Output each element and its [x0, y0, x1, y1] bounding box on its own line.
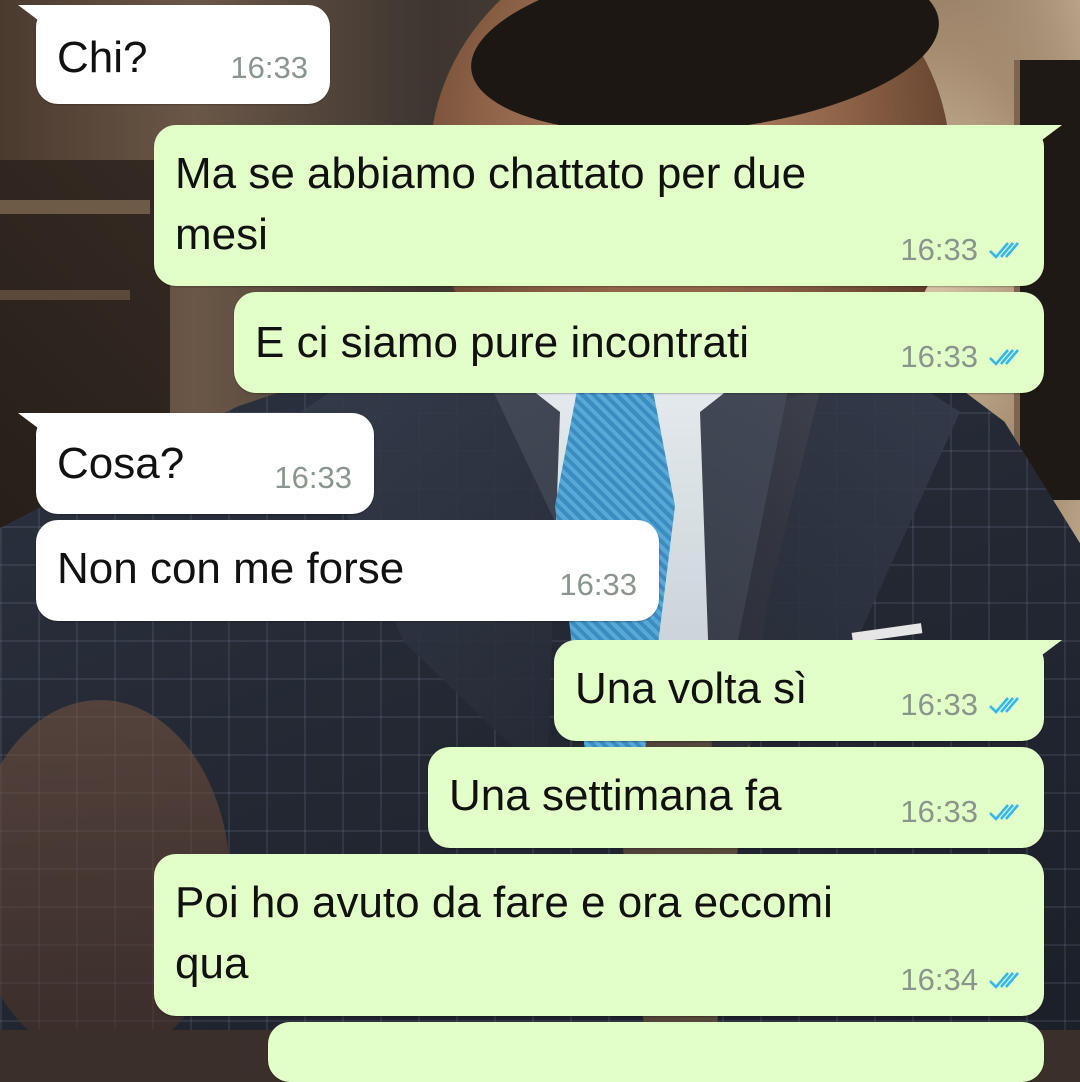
message-text: Una settimana fa [449, 771, 782, 820]
message-time: 16:34 [900, 962, 978, 997]
message-text: Ma se abbiamo chattato per due mesi [175, 149, 807, 259]
message-time: 16:33 [900, 339, 978, 374]
message-bubble-outgoing[interactable]: Una volta sì 16:33 [554, 640, 1044, 741]
message-list[interactable]: Chi? 16:33 Ma se abbiamo chattato per du… [0, 0, 1080, 1082]
message-bubble-incoming[interactable]: Chi? 16:33 [36, 5, 330, 104]
message-text: Non con me forse [57, 544, 405, 593]
message-bubble-outgoing[interactable]: Ma se abbiamo chattato per due mesi 16:3… [154, 125, 1044, 286]
message-bubble-outgoing-partial[interactable] [268, 1022, 1044, 1082]
message-text: Una volta sì [575, 664, 808, 713]
message-bubble-incoming[interactable]: Non con me forse 16:33 [36, 520, 659, 621]
message-text: Chi? [57, 33, 148, 82]
read-double-check-icon [988, 347, 1022, 367]
message-time: 16:33 [274, 460, 352, 495]
read-double-check-icon [988, 240, 1022, 260]
message-text: Poi ho avuto da fare e ora eccomi qua [175, 878, 833, 988]
message-bubble-incoming[interactable]: Cosa? 16:33 [36, 413, 374, 514]
read-double-check-icon [988, 802, 1022, 822]
read-double-check-icon [988, 970, 1022, 990]
message-time: 16:33 [900, 687, 978, 722]
message-time: 16:33 [900, 232, 978, 267]
message-time: 16:33 [230, 50, 308, 85]
message-bubble-outgoing[interactable]: Poi ho avuto da fare e ora eccomi qua 16… [154, 854, 1044, 1016]
message-bubble-outgoing[interactable]: E ci siamo pure incontrati 16:33 [234, 292, 1044, 393]
message-time: 16:33 [559, 567, 637, 602]
message-text: E ci siamo pure incontrati [255, 318, 749, 367]
message-text: Cosa? [57, 439, 185, 488]
message-time: 16:33 [900, 794, 978, 829]
read-double-check-icon [988, 695, 1022, 715]
message-bubble-outgoing[interactable]: Una settimana fa 16:33 [428, 747, 1044, 848]
